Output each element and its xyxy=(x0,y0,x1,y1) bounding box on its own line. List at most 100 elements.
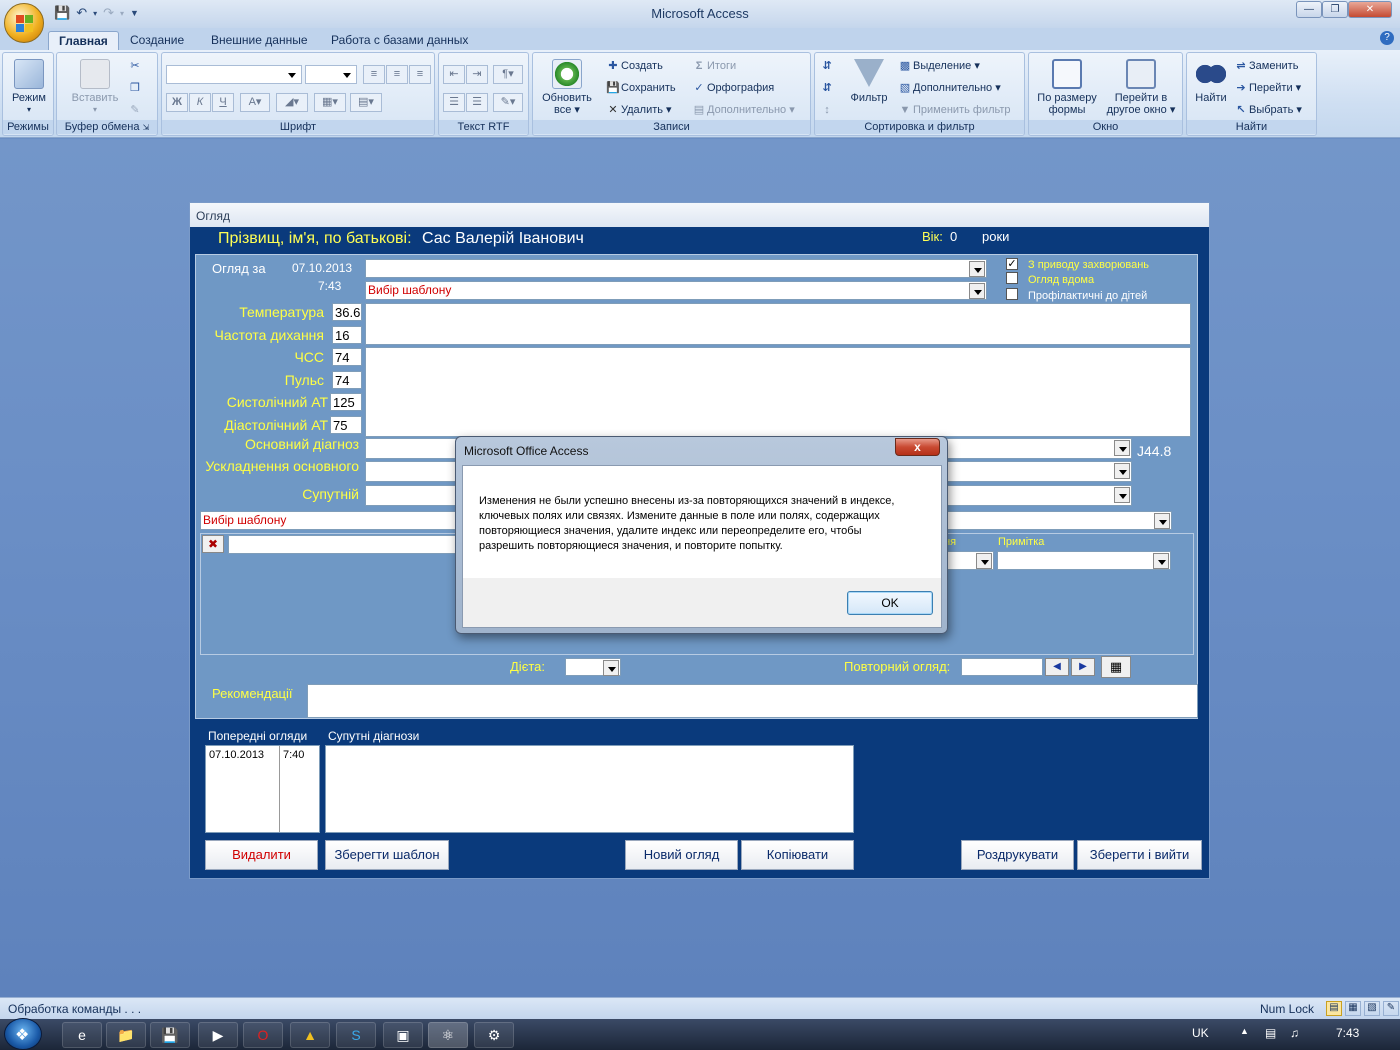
pulse-input[interactable]: 74 xyxy=(332,371,362,389)
fill-color-icon[interactable]: ◢▾ xyxy=(276,93,308,112)
prev-exam-date[interactable]: 07.10.2013 xyxy=(209,749,264,761)
find-button[interactable]: Найти xyxy=(1189,59,1233,104)
view-mode-button[interactable]: Режим ▾ xyxy=(7,59,51,116)
home-visit-checkbox[interactable] xyxy=(1006,272,1018,284)
restore-button[interactable]: ❐ xyxy=(1322,1,1348,18)
copy-icon[interactable]: ❐ xyxy=(127,79,143,97)
repeat-exam-date-input[interactable] xyxy=(961,658,1043,676)
respiration-input[interactable]: 16 xyxy=(332,326,362,344)
anamnesis-textarea[interactable] xyxy=(365,347,1191,437)
font-size-combo[interactable] xyxy=(305,65,357,84)
tray-arrow-icon[interactable]: ▲ xyxy=(1240,1026,1249,1036)
highlight-icon[interactable]: ✎▾ xyxy=(493,93,523,112)
exam-type-combo[interactable] xyxy=(365,259,987,278)
delete-row-icon[interactable]: ✖ xyxy=(202,535,224,553)
complaints-textarea[interactable] xyxy=(365,303,1191,345)
calendar-icon[interactable]: ▦ xyxy=(1101,656,1131,678)
remote-desktop-icon[interactable]: ▣ xyxy=(383,1022,423,1048)
underline-icon[interactable]: Ч xyxy=(212,93,234,112)
spelling-button[interactable]: ✓ Орфография xyxy=(691,79,774,97)
prophylactic-checkbox[interactable] xyxy=(1006,288,1018,300)
diastolic-input[interactable]: 75 xyxy=(330,416,362,434)
switch-window-button[interactable]: Перейти в другое окно ▾ xyxy=(1103,59,1179,116)
start-button[interactable]: ❖ xyxy=(4,1018,42,1050)
new-exam-button[interactable]: Новий огляд xyxy=(625,840,738,870)
new-record-button[interactable]: ✚ Создать xyxy=(605,57,662,75)
bold-icon[interactable]: Ж xyxy=(166,93,188,112)
explorer-icon[interactable]: 📁 xyxy=(106,1022,146,1048)
ok-button[interactable]: OK xyxy=(847,591,933,615)
skype-icon[interactable]: S xyxy=(336,1022,376,1048)
design-view-icon[interactable]: ✎ xyxy=(1383,1001,1399,1016)
opera-icon[interactable]: O xyxy=(243,1022,283,1048)
ie-icon[interactable]: e xyxy=(62,1022,102,1048)
language-indicator[interactable]: UK xyxy=(1192,1026,1209,1040)
network-icon[interactable]: ▤ xyxy=(1265,1026,1276,1040)
numbering-icon[interactable]: ☰ xyxy=(443,93,465,112)
systolic-input[interactable]: 125 xyxy=(330,393,362,411)
clock[interactable]: 7:43 xyxy=(1336,1026,1359,1040)
save-template-button[interactable]: Зберегти шаблон xyxy=(325,840,449,870)
layout-view-icon[interactable]: ▧ xyxy=(1364,1001,1380,1016)
font-name-combo[interactable] xyxy=(166,65,302,84)
cut-icon[interactable]: ✂ xyxy=(127,57,143,75)
dialog-close-button[interactable]: x xyxy=(895,438,940,456)
prev-exams-list[interactable]: 07.10.2013 7:40 xyxy=(205,745,320,833)
temperature-input[interactable]: 36.6 xyxy=(332,303,362,321)
delete-record-button[interactable]: ✕ Удалить ▾ xyxy=(605,101,671,119)
save-record-button[interactable]: 💾Сохранить xyxy=(605,79,676,97)
tab-home[interactable]: Главная xyxy=(48,31,119,50)
copy-button[interactable]: Копіювати xyxy=(741,840,854,870)
text-direction-icon[interactable]: ¶▾ xyxy=(493,65,523,84)
paste-button[interactable]: Вставить ▾ xyxy=(65,59,125,116)
prev-exam-time[interactable]: 7:40 xyxy=(283,749,304,761)
tab-database-tools[interactable]: Работа с базами данных xyxy=(321,31,478,50)
minimize-button[interactable]: — xyxy=(1296,1,1322,18)
format-painter-icon[interactable]: ✎ xyxy=(127,101,143,119)
office-button[interactable] xyxy=(4,3,44,43)
access-icon[interactable]: ⚛ xyxy=(428,1022,468,1048)
decrease-indent-icon[interactable]: ⇤ xyxy=(443,65,465,84)
chevron-down-icon[interactable] xyxy=(1114,463,1130,479)
tab-create[interactable]: Создание xyxy=(120,31,194,50)
filter-button[interactable]: Фильтр xyxy=(845,59,893,104)
bullets-icon[interactable]: ☰ xyxy=(466,93,488,112)
chevron-down-icon[interactable] xyxy=(969,283,985,299)
note-combo[interactable] xyxy=(997,551,1171,570)
align-right-icon[interactable]: ≡ xyxy=(409,65,431,84)
close-window-button[interactable]: ✕ xyxy=(1348,1,1392,18)
replace-button[interactable]: ⇌ Заменить xyxy=(1233,57,1298,75)
font-color-icon[interactable]: A▾ xyxy=(240,93,270,112)
italic-icon[interactable]: К xyxy=(189,93,211,112)
save-exit-button[interactable]: Зберегти і вийти xyxy=(1077,840,1202,870)
chevron-down-icon[interactable] xyxy=(1114,487,1130,503)
media-player-icon[interactable]: ▶ xyxy=(198,1022,238,1048)
select-button[interactable]: ↖ Выбрать ▾ xyxy=(1233,101,1302,119)
sort-descending-icon[interactable]: ⇵ xyxy=(819,79,835,97)
gridlines-icon[interactable]: ▦▾ xyxy=(314,93,346,112)
prev-date-icon[interactable]: ◀ xyxy=(1045,658,1069,676)
toggle-filter-button[interactable]: ▼ Применить фильтр xyxy=(897,101,1011,119)
increase-indent-icon[interactable]: ⇥ xyxy=(466,65,488,84)
chevron-down-icon[interactable] xyxy=(1154,513,1170,529)
selection-button[interactable]: ▩ Выделение ▾ xyxy=(897,57,980,75)
diet-combo[interactable] xyxy=(565,658,621,676)
app-icon[interactable]: ▲ xyxy=(290,1022,330,1048)
alt-fill-icon[interactable]: ▤▾ xyxy=(350,93,382,112)
dialog-launcher-icon[interactable]: ⇲ xyxy=(143,123,150,132)
totals-button[interactable]: Σ Итоги xyxy=(691,57,736,75)
chevron-down-icon[interactable] xyxy=(1153,553,1169,569)
chevron-down-icon[interactable] xyxy=(603,660,619,676)
heart-rate-input[interactable]: 74 xyxy=(332,348,362,366)
chevron-down-icon[interactable] xyxy=(969,261,985,277)
datasheet-view-icon[interactable]: ▦ xyxy=(1345,1001,1361,1016)
advanced-filter-button[interactable]: ▧ Дополнительно ▾ xyxy=(897,79,1001,97)
sort-ascending-icon[interactable]: ⇵ xyxy=(819,57,835,75)
print-button[interactable]: Роздрукувати xyxy=(961,840,1074,870)
treatment-drug-input[interactable] xyxy=(228,535,458,554)
chevron-down-icon[interactable] xyxy=(976,553,992,569)
volume-icon[interactable]: ♫ xyxy=(1290,1026,1299,1040)
delete-exam-button[interactable]: Видалити xyxy=(205,840,318,870)
save-app-icon[interactable]: 💾 xyxy=(150,1022,190,1048)
disease-checkbox[interactable]: ✓ xyxy=(1006,258,1018,270)
